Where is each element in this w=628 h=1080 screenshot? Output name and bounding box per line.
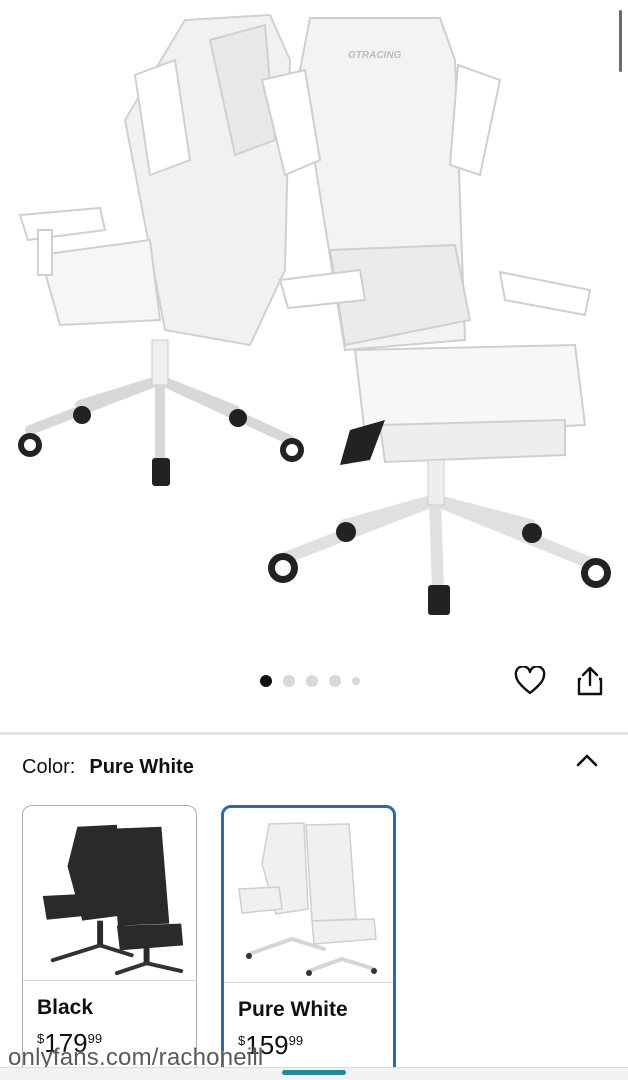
- black-chair-thumbnail: [42, 824, 184, 976]
- price-fraction: 99: [288, 1033, 304, 1048]
- color-label: Color:: [22, 756, 76, 778]
- collapse-color-button[interactable]: [572, 748, 602, 774]
- color-swatch-pure-white[interactable]: Pure White $ 159 99: [221, 805, 396, 1080]
- svg-text:GTRACING: GTRACING: [348, 50, 402, 61]
- carousel-pagination[interactable]: [260, 674, 360, 688]
- chevron-up-icon: [576, 754, 598, 767]
- swatch-separator: [224, 982, 393, 983]
- carousel-dot-5[interactable]: [352, 677, 360, 685]
- swatch-name: Black: [37, 996, 94, 1019]
- selected-color-value: Pure White: [89, 756, 194, 778]
- carousel-dot-2[interactable]: [283, 675, 295, 687]
- share-icon: [577, 666, 603, 696]
- home-indicator: [282, 1070, 346, 1075]
- color-selector-header: Color: Pure White: [22, 756, 194, 779]
- carousel-dot-1[interactable]: [260, 675, 272, 687]
- product-photo-white-gaming-chairs: GTRACING: [18, 13, 611, 615]
- share-button[interactable]: [572, 663, 608, 699]
- heart-icon: [514, 666, 546, 695]
- swatch-separator: [23, 980, 196, 981]
- section-divider: [0, 732, 628, 735]
- white-chair-thumbnail: [238, 822, 377, 976]
- product-image-carousel[interactable]: GTRACING: [0, 0, 628, 650]
- swatch-name: Pure White: [238, 998, 348, 1021]
- color-swatch-black[interactable]: Black $ 179 99: [22, 805, 197, 1080]
- wishlist-button[interactable]: [512, 663, 548, 699]
- carousel-dot-3[interactable]: [306, 675, 318, 687]
- bottom-bar: [0, 1067, 628, 1080]
- scroll-indicator: [619, 10, 622, 72]
- carousel-dot-4[interactable]: [329, 675, 341, 687]
